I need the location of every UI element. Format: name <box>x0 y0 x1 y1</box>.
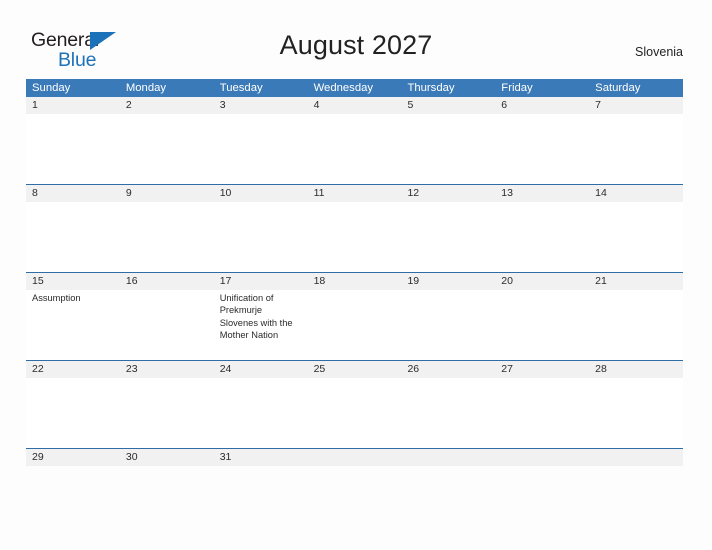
date-number[interactable]: 2 <box>120 97 214 114</box>
date-number[interactable]: 5 <box>401 97 495 114</box>
week-body-band <box>26 114 683 184</box>
day-event-text <box>495 378 589 448</box>
date-number[interactable]: 22 <box>26 361 120 378</box>
week-date-band: 15 16 17 18 19 20 21 <box>26 273 683 290</box>
weekday-header-monday: Monday <box>125 82 167 94</box>
date-number[interactable]: 4 <box>308 97 402 114</box>
date-number[interactable]: 10 <box>214 185 308 202</box>
date-number[interactable]: 14 <box>589 185 683 202</box>
calendar-week-row: 29 30 31 <box>26 448 683 466</box>
weekday-header-friday: Friday <box>501 82 533 94</box>
day-event-text: Unification of Prekmurje Slovenes with t… <box>219 293 293 341</box>
day-event-text <box>308 466 402 468</box>
date-number[interactable]: 28 <box>589 361 683 378</box>
date-number[interactable]: 19 <box>401 273 495 290</box>
date-number-empty <box>401 449 495 466</box>
date-number-empty <box>308 449 402 466</box>
day-event-text <box>589 290 683 360</box>
date-number[interactable]: 20 <box>495 273 589 290</box>
date-number[interactable]: 21 <box>589 273 683 290</box>
week-body-band <box>26 378 683 448</box>
weekday-header-sunday: Sunday <box>32 82 71 94</box>
date-number[interactable]: 12 <box>401 185 495 202</box>
day-event-text <box>401 378 495 448</box>
calendar-grid: Sunday Monday Tuesday Wednesday Thursday… <box>26 79 683 466</box>
date-number-empty <box>589 449 683 466</box>
date-number[interactable]: 15 <box>26 273 120 290</box>
day-event-text <box>120 378 214 448</box>
date-number[interactable]: 8 <box>26 185 120 202</box>
day-event-text <box>214 378 308 448</box>
day-event-text <box>308 378 402 448</box>
day-event-text <box>308 114 402 184</box>
date-number[interactable]: 16 <box>120 273 214 290</box>
day-event-text <box>26 114 120 184</box>
date-number[interactable]: 7 <box>589 97 683 114</box>
calendar-page: General Blue August 2027 Slovenia Sunday… <box>0 0 712 550</box>
date-number[interactable]: 17 <box>214 273 308 290</box>
date-number[interactable]: 31 <box>214 449 308 466</box>
day-event-text <box>214 114 308 184</box>
day-event-text <box>120 202 214 272</box>
day-event-text <box>120 114 214 184</box>
day-event-text <box>495 290 589 360</box>
date-number[interactable]: 13 <box>495 185 589 202</box>
week-date-band: 29 30 31 <box>26 449 683 466</box>
day-event-text <box>589 466 683 468</box>
date-number[interactable]: 23 <box>120 361 214 378</box>
weekday-header-tuesday: Tuesday <box>219 82 263 94</box>
region-label: Slovenia <box>635 45 683 59</box>
day-event-text <box>495 114 589 184</box>
day-event-text <box>495 202 589 272</box>
day-event-text <box>401 466 495 468</box>
day-event-text <box>401 114 495 184</box>
week-body-band: Assumption Unification of Prekmurje Slov… <box>26 290 683 360</box>
calendar-week-row: 1 2 3 4 5 6 7 <box>26 97 683 184</box>
calendar-week-row: 15 16 17 18 19 20 21 Assumption Unificat… <box>26 272 683 360</box>
date-number[interactable]: 6 <box>495 97 589 114</box>
day-event-text: Assumption <box>32 293 81 303</box>
day-event-text <box>401 202 495 272</box>
day-event-text <box>26 202 120 272</box>
week-date-band: 1 2 3 4 5 6 7 <box>26 97 683 114</box>
day-event-text <box>401 290 495 360</box>
day-event-text <box>308 202 402 272</box>
calendar-week-row: 22 23 24 25 26 27 28 <box>26 360 683 448</box>
day-event-text <box>120 466 214 468</box>
page-title: August 2027 <box>279 30 433 60</box>
date-number[interactable]: 24 <box>214 361 308 378</box>
weekday-header-row: Sunday Monday Tuesday Wednesday Thursday… <box>26 79 683 97</box>
week-date-band: 8 9 10 11 12 13 14 <box>26 185 683 202</box>
date-number[interactable]: 1 <box>26 97 120 114</box>
day-event-text <box>495 466 589 468</box>
day-event-text <box>26 378 120 448</box>
week-date-band: 22 23 24 25 26 27 28 <box>26 361 683 378</box>
day-event-text <box>214 202 308 272</box>
day-event-text <box>120 290 214 360</box>
weekday-header-saturday: Saturday <box>595 82 641 94</box>
date-number[interactable]: 29 <box>26 449 120 466</box>
date-number[interactable]: 27 <box>495 361 589 378</box>
day-event-text <box>589 114 683 184</box>
week-body-band <box>26 202 683 272</box>
date-number[interactable]: 3 <box>214 97 308 114</box>
day-event-text <box>589 378 683 448</box>
date-number[interactable]: 30 <box>120 449 214 466</box>
weekday-header-thursday: Thursday <box>407 82 455 94</box>
calendar-week-row: 8 9 10 11 12 13 14 <box>26 184 683 272</box>
date-number-empty <box>495 449 589 466</box>
day-event-text <box>214 466 308 468</box>
day-event-text <box>589 202 683 272</box>
day-event-text <box>26 466 120 468</box>
date-number[interactable]: 11 <box>308 185 402 202</box>
date-number[interactable]: 9 <box>120 185 214 202</box>
date-number[interactable]: 26 <box>401 361 495 378</box>
weekday-header-wednesday: Wednesday <box>313 82 374 94</box>
page-header: General Blue August 2027 Slovenia <box>0 0 712 78</box>
day-event-text <box>308 290 402 360</box>
date-number[interactable]: 18 <box>308 273 402 290</box>
date-number[interactable]: 25 <box>308 361 402 378</box>
